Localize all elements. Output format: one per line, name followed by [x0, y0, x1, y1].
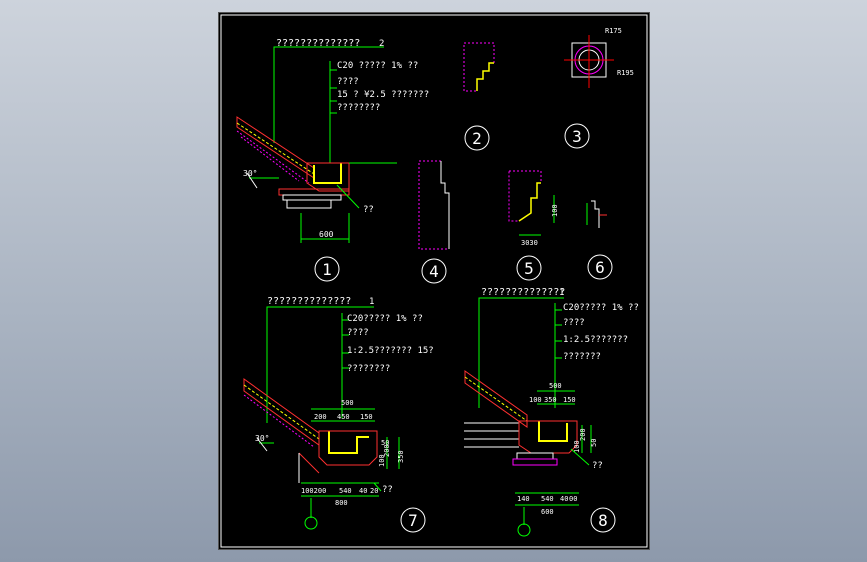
- cad-drawing: ?????????????? 2 C20 ????? 1% ?? ???? 15…: [220, 14, 648, 548]
- layer-label: 15 ? ¥2.5 ???????: [337, 90, 429, 100]
- radius-label: R175: [605, 27, 622, 35]
- dim-text: 150: [563, 396, 576, 404]
- dim-text: 00: [569, 495, 577, 503]
- gutter-outline: [313, 163, 342, 184]
- detail-number: 5: [524, 259, 534, 278]
- dim-text: 50: [381, 439, 389, 447]
- detail-number: 8: [598, 511, 608, 530]
- detail-4: 4: [418, 160, 450, 284]
- slope-angle: 30°: [255, 434, 269, 443]
- gutter-outline: [538, 421, 568, 442]
- dim-text: 800: [335, 499, 348, 507]
- layer-label: ????????: [347, 364, 390, 374]
- layer-label: C20 ????? 1% ??: [337, 61, 418, 71]
- detail-7: ?????????????? 1 C20????? 1% ?? ???? 1:2…: [243, 296, 434, 533]
- dim-text: 450: [337, 413, 350, 421]
- dim-text: 540: [541, 495, 554, 503]
- detail-3: R175 R195 3: [564, 27, 634, 149]
- callout-text: ??????????????: [267, 296, 351, 307]
- layer-label: ????????: [337, 103, 380, 113]
- hatch-profile: [508, 170, 542, 222]
- dim-text: 100200: [301, 487, 326, 495]
- dim-text: 100: [551, 204, 559, 217]
- detail-number: 3: [572, 127, 582, 146]
- dim-text: 500: [549, 382, 562, 390]
- slope-angle: 30°: [243, 169, 257, 178]
- detail-8: ?????????????? 1 C20????? 1% ?? ???? 1:2…: [464, 287, 639, 537]
- dim-text: 100: [529, 396, 542, 404]
- callout-number: 1: [559, 288, 564, 298]
- callout-text: ??????????????: [276, 38, 360, 49]
- dim-text: 600: [541, 508, 554, 516]
- layer-label: 1:2.5??????? 15?: [347, 346, 434, 356]
- dim-text: 140: [517, 495, 530, 503]
- gutter-note: ??: [592, 461, 603, 471]
- layer-label: 1:2.5???????: [563, 335, 628, 345]
- detail-2: 2: [463, 42, 495, 151]
- cornice: [278, 188, 350, 196]
- dim-text: 350: [397, 450, 405, 463]
- layer-label: ????: [347, 328, 369, 338]
- callout-text: ??????????????: [481, 287, 565, 298]
- dim-text: 40: [359, 487, 367, 495]
- detail-1: ?????????????? 2 C20 ????? 1% ?? ???? 15…: [236, 38, 429, 282]
- gutter-outline: [328, 431, 369, 454]
- layer-label: ????: [337, 77, 359, 87]
- dim-text: 350: [544, 396, 557, 404]
- dim-text: 40: [560, 495, 568, 503]
- callout-number: 2: [379, 39, 384, 49]
- detail-6: 6: [586, 200, 613, 280]
- dim-text: 50: [590, 439, 598, 447]
- roof-slab: [464, 370, 528, 428]
- gutter-note: ??: [363, 205, 374, 215]
- dim-text: 200: [314, 413, 327, 421]
- dim-text: 20: [370, 487, 378, 495]
- dim-text: 3030: [521, 239, 538, 247]
- dim-text: 600: [319, 230, 334, 239]
- layer-label: ???????: [563, 352, 601, 362]
- dim-text: 100: [573, 440, 581, 453]
- layer-label: C20????? 1% ??: [563, 303, 639, 313]
- gutter-note: ??: [382, 485, 393, 495]
- layer-label: C20????? 1% ??: [347, 314, 423, 324]
- detail-number: 1: [322, 260, 332, 279]
- layer-label: ????: [563, 318, 585, 328]
- detail-number: 6: [595, 258, 605, 277]
- hatch-profile: [418, 160, 450, 250]
- gutter-body: [518, 420, 578, 454]
- dim-text: 500: [341, 399, 354, 407]
- callout-number: 1: [369, 297, 374, 307]
- axis-marker: [517, 523, 531, 537]
- detail-number: 7: [408, 511, 418, 530]
- detail-number: 2: [472, 129, 482, 148]
- detail-5: 100 3030 5: [508, 170, 559, 281]
- radius-label: R195: [617, 69, 634, 77]
- detail-number: 4: [429, 262, 439, 281]
- dim-text: 200: [579, 428, 587, 441]
- axis-marker: [304, 516, 318, 530]
- drawing-sheet: ?????????????? 2 C20 ????? 1% ?? ???? 15…: [219, 13, 649, 549]
- dim-text: 540: [339, 487, 352, 495]
- dim-text: 150: [360, 413, 373, 421]
- sheet-border: [220, 14, 648, 548]
